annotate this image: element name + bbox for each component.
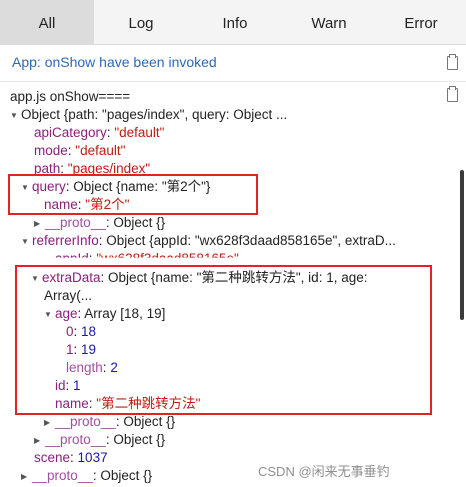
- tab-log[interactable]: Log: [94, 0, 188, 44]
- watermark: CSDN @闲来无事垂钓: [258, 464, 390, 479]
- triangle-down-icon[interactable]: ▼: [10, 107, 21, 124]
- copy-icon[interactable]: [447, 86, 458, 102]
- prop-mode: mode: "default": [34, 143, 126, 158]
- tree-node-referrerinfo[interactable]: ▼ referrerInfo: Object {appId: "wx628f3da…: [21, 232, 396, 250]
- triangle-right-icon[interactable]: ▶: [34, 432, 45, 449]
- triangle-right-icon[interactable]: ▶: [44, 414, 55, 431]
- tree-node-query-proto[interactable]: ▶ __proto__: Object {}: [34, 214, 165, 232]
- triangle-right-icon[interactable]: ▶: [34, 215, 45, 232]
- triangle-right-icon[interactable]: ▶: [21, 468, 32, 485]
- tree-node-extradata-proto[interactable]: ▶ __proto__: Object {}: [44, 413, 175, 431]
- tree-node-root-proto[interactable]: ▶ __proto__: Object {}: [21, 467, 152, 485]
- highlight-box-query: [8, 174, 258, 215]
- log-entry-onshow: App: onShow have been invoked: [0, 45, 466, 82]
- tab-all[interactable]: All: [0, 0, 94, 44]
- tree-node-root[interactable]: ▼ Object {path: "pages/index", query: Obj…: [10, 106, 287, 124]
- tab-warn[interactable]: Warn: [282, 0, 376, 44]
- prop-scene: scene: 1037: [34, 450, 108, 465]
- copy-icon[interactable]: [447, 54, 458, 70]
- tab-info[interactable]: Info: [188, 0, 282, 44]
- vertical-scrollbar[interactable]: [460, 170, 464, 320]
- triangle-down-icon[interactable]: ▼: [21, 233, 32, 250]
- log-header: app.js onShow====: [10, 89, 131, 104]
- prop-apicategory: apiCategory: "default": [34, 125, 165, 140]
- highlight-box-extradata: [15, 265, 432, 415]
- tree-node-referrer-proto[interactable]: ▶ __proto__: Object {}: [34, 431, 165, 449]
- log-level-tabs: All Log Info Warn Error: [0, 0, 466, 45]
- log-message: App: onShow have been invoked: [12, 54, 217, 70]
- tab-error[interactable]: Error: [376, 0, 466, 44]
